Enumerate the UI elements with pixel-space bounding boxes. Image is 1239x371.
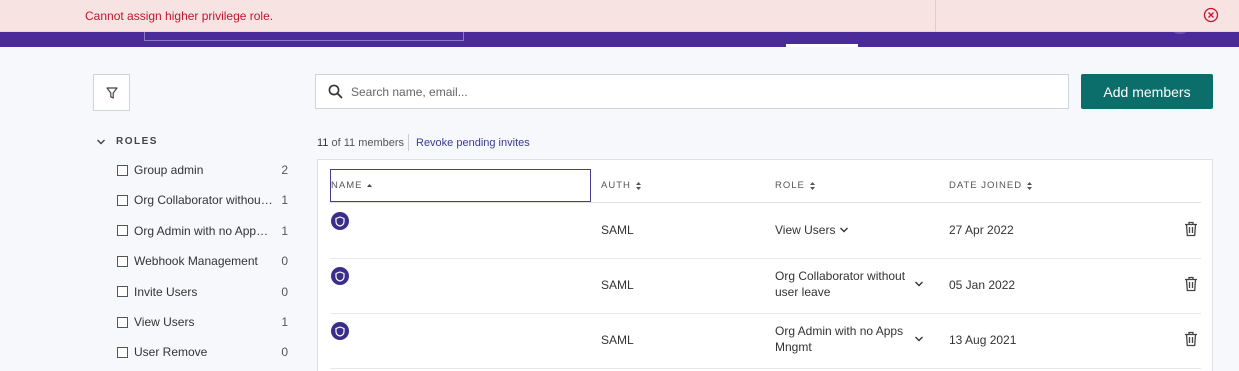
role-checkbox[interactable] [117, 225, 128, 237]
role-filter-label: Group admin [134, 163, 204, 177]
role-filter-count: 1 [281, 315, 288, 329]
member-avatar [331, 267, 349, 285]
date-joined-cell: 27 Apr 2022 [949, 223, 1014, 237]
column-header-name[interactable]: NAME [331, 180, 373, 191]
role-dropdown-value: Org Admin with no Apps Mngmt [775, 324, 904, 354]
search-field[interactable] [315, 74, 1069, 109]
auth-cell: SAML [601, 223, 634, 237]
filter-button[interactable] [93, 74, 130, 111]
role-filter-item[interactable]: User Remove 0 [117, 343, 292, 361]
date-joined-cell: 05 Jan 2022 [949, 278, 1016, 292]
member-count: 11 of 11 members [317, 137, 404, 149]
close-icon[interactable] [1203, 7, 1219, 23]
role-filter-item[interactable]: Webhook Management 0 [117, 252, 292, 270]
role-filter-item[interactable]: View Users 1 [117, 313, 292, 331]
column-header-label: DATE JOINED [949, 180, 1023, 191]
auth-cell: SAML [601, 333, 634, 347]
chevron-down-icon [97, 139, 105, 144]
role-filter-count: 1 [281, 223, 288, 238]
date-joined-cell: 13 Aug 2021 [949, 333, 1017, 347]
role-checkbox[interactable] [117, 286, 128, 298]
role-dropdown-value: Org Collaborator without user leave [775, 269, 906, 299]
role-filter-item[interactable]: Org Collaborator without user leave 1 [117, 191, 292, 209]
sort-icon [635, 181, 641, 190]
table-header-divider [330, 202, 1201, 203]
role-filter-label: User Remove [134, 345, 208, 360]
role-checkbox[interactable] [117, 194, 128, 206]
column-header-label: ROLE [775, 180, 805, 191]
role-dropdown[interactable]: Org Collaborator without user leave [775, 268, 930, 300]
chevron-down-icon [915, 336, 923, 342]
divider [408, 134, 409, 151]
error-banner: Cannot assign higher privilege role. [0, 0, 1239, 32]
role-filter-count: 2 [281, 163, 288, 177]
search-input[interactable] [351, 84, 1031, 99]
sort-icon [1027, 181, 1033, 190]
role-checkbox[interactable] [117, 255, 128, 267]
shield-icon [335, 270, 345, 282]
member-count-current: 11 [317, 137, 329, 149]
role-filter-count: 1 [281, 193, 288, 208]
role-filter-label: Invite Users [134, 284, 198, 299]
role-checkbox[interactable] [117, 316, 128, 328]
add-members-button[interactable]: Add members [1081, 74, 1213, 109]
banner-divider [935, 0, 936, 32]
chevron-down-icon [915, 281, 923, 287]
column-header-label: AUTH [601, 180, 631, 191]
role-filter-label: View Users [134, 315, 195, 329]
search-icon [328, 84, 343, 99]
trash-icon[interactable] [1184, 276, 1198, 292]
roles-section-toggle[interactable]: ROLES [96, 136, 158, 147]
role-filter-label: Webhook Management [134, 254, 258, 269]
trash-icon[interactable] [1184, 221, 1198, 237]
role-dropdown[interactable]: View Users [775, 222, 930, 238]
role-dropdown[interactable]: Org Admin with no Apps Mngmt [775, 323, 930, 355]
sort-icon [809, 181, 815, 190]
row-divider [330, 313, 1201, 314]
chevron-down-icon [840, 227, 848, 233]
role-filter-label: Org Collaborator without user leave [134, 193, 274, 208]
roles-title: ROLES [116, 136, 158, 147]
role-checkbox[interactable] [117, 164, 128, 176]
member-avatar [331, 212, 349, 230]
row-divider [330, 368, 1201, 369]
column-header-label: NAME [331, 180, 363, 191]
column-header-auth[interactable]: AUTH [601, 180, 642, 191]
active-tab-indicator [786, 44, 858, 47]
role-filter-item[interactable]: Group admin 2 [117, 161, 292, 179]
column-header-role[interactable]: ROLE [775, 180, 816, 191]
role-filter-item[interactable]: Invite Users 0 [117, 283, 292, 301]
column-header-date-joined[interactable]: DATE JOINED [949, 180, 1033, 191]
shield-icon [335, 325, 345, 337]
role-filter-item[interactable]: Org Admin with no Apps Mngmt 1 [117, 222, 292, 240]
filter-icon [105, 86, 118, 99]
row-divider [330, 258, 1201, 259]
revoke-pending-invites-link[interactable]: Revoke pending invites [416, 137, 530, 149]
sort-ascending-icon [367, 183, 373, 187]
member-avatar [331, 322, 349, 340]
error-message: Cannot assign higher privilege role. [85, 9, 274, 23]
auth-cell: SAML [601, 278, 634, 292]
shield-icon [335, 215, 345, 227]
role-filter-count: 0 [281, 284, 288, 299]
members-table: NAME AUTH ROLE DATE JOINED SAML View User… [317, 159, 1213, 371]
role-filter-label: Org Admin with no Apps Mngmt [134, 223, 274, 238]
role-filter-count: 0 [281, 254, 288, 269]
role-filter-count: 0 [281, 345, 288, 360]
member-count-text: of 11 members [331, 137, 405, 149]
trash-icon[interactable] [1184, 331, 1198, 347]
role-checkbox[interactable] [117, 346, 128, 358]
